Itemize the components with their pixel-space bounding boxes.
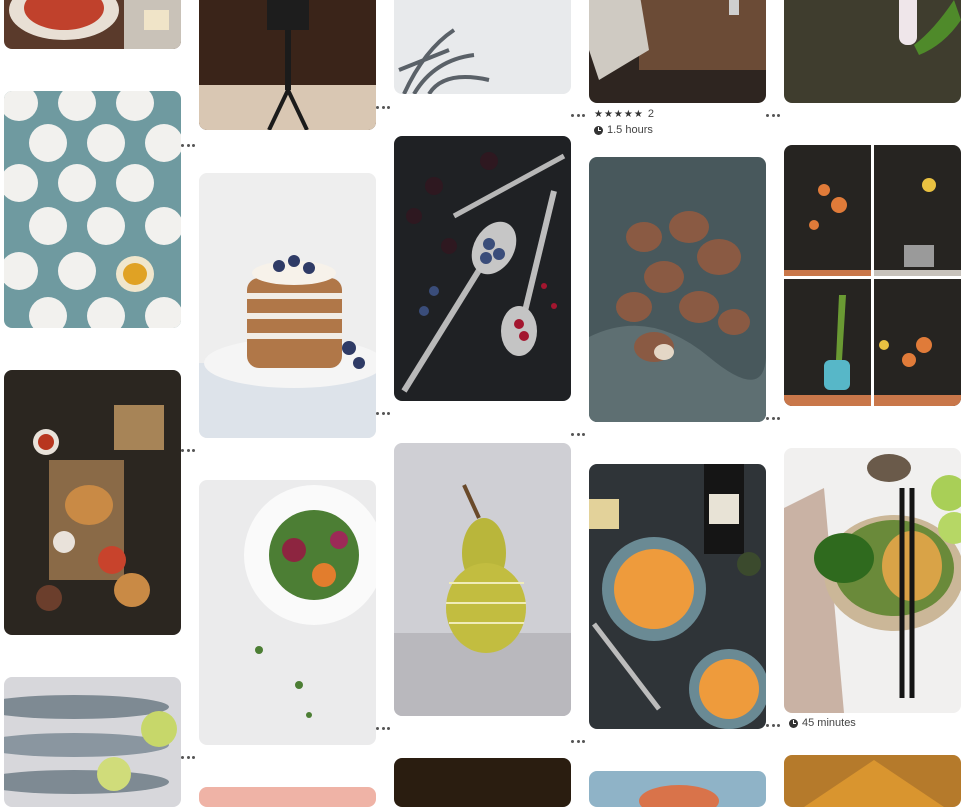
recipe-rating: ★★★★★ 2	[594, 108, 654, 120]
more-options-icon[interactable]	[571, 111, 585, 119]
rating-count: 2	[647, 108, 654, 120]
more-options-icon[interactable]	[376, 409, 390, 417]
more-options-icon[interactable]	[181, 753, 195, 761]
recipe-duration: 1.5 hours	[594, 124, 653, 136]
pin-board: ★★★★★ 2 1.5 hours 45 minutes	[0, 0, 966, 807]
more-options-icon[interactable]	[376, 103, 390, 111]
pancakes-photo-icon[interactable]	[199, 173, 376, 438]
more-options-icon[interactable]	[181, 141, 195, 149]
fish-photo-icon[interactable]	[4, 677, 181, 807]
herb-knife-photo-icon[interactable]	[784, 0, 961, 103]
more-options-icon[interactable]	[571, 737, 585, 745]
duration-label: 45 minutes	[802, 717, 856, 729]
herbs-photo-icon[interactable]	[199, 787, 376, 807]
burger-photo-icon[interactable]	[4, 370, 181, 635]
soup-photo-icon[interactable]	[589, 464, 766, 729]
more-options-icon[interactable]	[376, 724, 390, 732]
clock-icon	[789, 718, 798, 728]
berries-photo-icon[interactable]	[394, 136, 571, 401]
pear-photo-icon[interactable]	[394, 443, 571, 716]
star-rating-icon: ★★★★★	[594, 108, 644, 120]
plant-shadow-photo-icon[interactable]	[394, 0, 571, 94]
shrimp-photo-icon[interactable]	[589, 771, 766, 807]
sauce-photo-icon[interactable]	[394, 758, 571, 807]
noodles-photo-icon[interactable]	[784, 448, 961, 713]
table-photo-icon[interactable]	[589, 0, 766, 103]
recipe-duration: 45 minutes	[789, 717, 856, 729]
camera-photo-icon[interactable]	[199, 0, 376, 130]
eggs-photo-icon[interactable]	[4, 91, 181, 328]
pasta-photo-icon[interactable]	[4, 0, 181, 49]
pie-photo-icon[interactable]	[784, 755, 961, 807]
more-options-icon[interactable]	[571, 430, 585, 438]
mushrooms-photo-icon[interactable]	[589, 157, 766, 422]
more-options-icon[interactable]	[766, 721, 780, 729]
more-options-icon[interactable]	[766, 414, 780, 422]
clock-icon	[594, 125, 603, 135]
more-options-icon[interactable]	[766, 111, 780, 119]
flying-food-photo-icon[interactable]	[784, 145, 961, 406]
more-options-icon[interactable]	[181, 446, 195, 454]
duration-label: 1.5 hours	[607, 124, 653, 136]
salad-photo-icon[interactable]	[199, 480, 376, 745]
